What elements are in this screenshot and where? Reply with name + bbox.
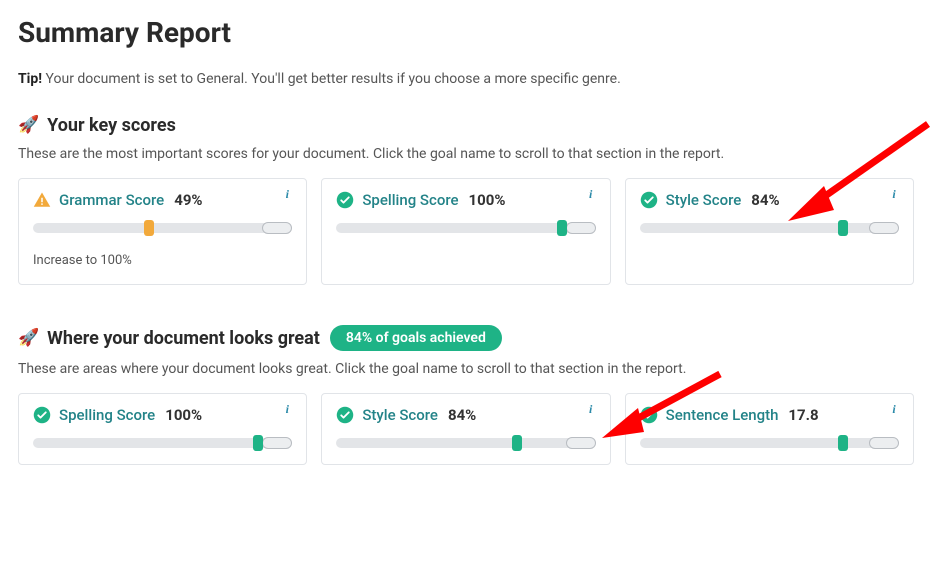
score-card-style: i Style Score 84%	[321, 393, 610, 465]
score-card-style: i Style Score 84%	[625, 178, 914, 285]
info-icon[interactable]: i	[582, 187, 600, 205]
slider-end-cap	[566, 222, 596, 234]
score-value: 84%	[751, 191, 779, 209]
check-circle-icon	[336, 191, 354, 209]
slider-thumb[interactable]	[838, 435, 848, 451]
check-circle-icon	[33, 406, 51, 424]
score-slider[interactable]	[33, 438, 292, 448]
slider-thumb[interactable]	[838, 220, 848, 236]
looks-great-heading: Where your document looks great	[47, 328, 320, 349]
info-icon[interactable]: i	[885, 402, 903, 420]
key-scores-cards: i Grammar Score 49% Increase to 100% i S…	[18, 178, 914, 285]
score-title-link[interactable]: Grammar Score	[59, 191, 164, 209]
key-scores-sub: These are the most important scores for …	[18, 146, 914, 162]
info-icon[interactable]: i	[582, 402, 600, 420]
score-card-spelling: i Spelling Score 100%	[18, 393, 307, 465]
score-card-spelling: i Spelling Score 100%	[321, 178, 610, 285]
rocket-icon: 🚀	[18, 117, 39, 134]
slider-thumb[interactable]	[557, 220, 567, 236]
check-circle-icon	[640, 406, 658, 424]
page-title: Summary Report	[18, 16, 914, 49]
slider-end-cap	[869, 437, 899, 449]
slider-thumb[interactable]	[512, 435, 522, 451]
score-value: 84%	[448, 406, 476, 424]
looks-great-cards: i Spelling Score 100% i Style Score 84%	[18, 393, 914, 465]
slider-end-cap	[869, 222, 899, 234]
score-value: 49%	[174, 191, 202, 209]
score-slider[interactable]	[336, 223, 595, 233]
slider-thumb[interactable]	[144, 220, 154, 236]
looks-great-header: 🚀 Where your document looks great 84% of…	[18, 325, 914, 351]
tip-text: Your document is set to General. You'll …	[46, 71, 621, 87]
rocket-icon: 🚀	[18, 330, 39, 347]
key-scores-heading: Your key scores	[47, 115, 176, 136]
goals-achieved-badge: 84% of goals achieved	[330, 325, 502, 351]
score-title-link[interactable]: Spelling Score	[59, 406, 155, 424]
info-icon[interactable]: i	[885, 187, 903, 205]
tip-line: Tip! Your document is set to General. Yo…	[18, 71, 914, 87]
warning-icon	[33, 191, 51, 209]
info-icon[interactable]: i	[278, 187, 296, 205]
key-scores-header: 🚀 Your key scores	[18, 115, 914, 136]
info-icon[interactable]: i	[278, 402, 296, 420]
score-card-sentence-length: i Sentence Length 17.8	[625, 393, 914, 465]
slider-thumb[interactable]	[253, 435, 263, 451]
score-value: 100%	[469, 191, 506, 209]
slider-end-cap	[566, 437, 596, 449]
score-slider[interactable]	[33, 223, 292, 233]
score-slider[interactable]	[640, 223, 899, 233]
score-value: 100%	[165, 406, 202, 424]
score-value: 17.8	[788, 406, 818, 424]
score-title-link[interactable]: Spelling Score	[362, 191, 458, 209]
score-title-link[interactable]: Style Score	[362, 406, 438, 424]
tip-label: Tip!	[18, 71, 42, 87]
check-circle-icon	[640, 191, 658, 209]
score-slider[interactable]	[640, 438, 899, 448]
slider-end-cap	[262, 437, 292, 449]
check-circle-icon	[336, 406, 354, 424]
looks-great-sub: These are areas where your document look…	[18, 361, 914, 377]
score-title-link[interactable]: Style Score	[666, 191, 742, 209]
score-slider[interactable]	[336, 438, 595, 448]
score-title-link[interactable]: Sentence Length	[666, 406, 779, 424]
score-foot: Increase to 100%	[33, 253, 292, 268]
score-card-grammar: i Grammar Score 49% Increase to 100%	[18, 178, 307, 285]
slider-end-cap	[262, 222, 292, 234]
